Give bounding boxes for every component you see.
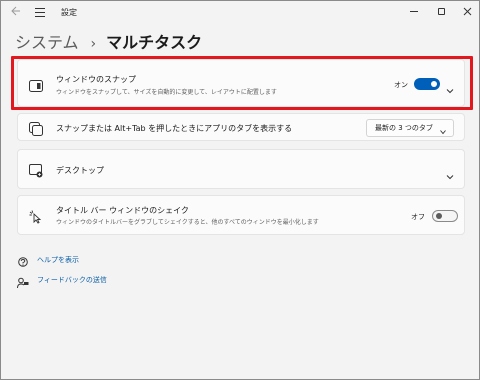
shake-cursor-icon	[29, 209, 43, 224]
alt-tab-label: スナップまたは Alt+Tab を押したときにアプリのタブを表示する	[56, 124, 293, 133]
alt-tab-card: スナップまたは Alt+Tab を押したときにアプリのタブを表示する 最新の 3…	[17, 113, 465, 141]
breadcrumb: システム › マルチタスク	[15, 29, 202, 53]
snap-windows-card[interactable]: ウィンドウのスナップ ウィンドウをスナップして、サイズを自動的に変更して、レイア…	[17, 59, 465, 107]
back-arrow-icon[interactable]	[9, 5, 23, 19]
feedback-link[interactable]: フィードバックの送信	[17, 273, 107, 289]
desktops-label: デスクトップ	[56, 166, 104, 175]
window-title: 設定	[61, 8, 77, 17]
breadcrumb-parent[interactable]: システム	[15, 29, 79, 53]
feedback-link-text[interactable]: フィードバックの送信	[37, 275, 107, 285]
desktop-icon	[29, 163, 43, 178]
chevron-down-icon	[440, 125, 446, 135]
title-bar-shake-toggle[interactable]	[432, 210, 458, 222]
help-link[interactable]: ヘルプを表示	[17, 253, 79, 267]
close-button[interactable]	[459, 4, 475, 18]
snap-layout-icon	[29, 77, 43, 92]
help-link-text[interactable]: ヘルプを表示	[37, 255, 79, 265]
snap-windows-toggle[interactable]	[414, 78, 440, 90]
snap-windows-description: ウィンドウをスナップして、サイズを自動的に変更して、レイアウトに配置します	[56, 89, 277, 96]
title-bar-shake-label: タイトル バー ウィンドウのシェイク	[56, 206, 189, 215]
app-tabs-icon	[29, 121, 43, 136]
title-bar: 設定	[1, 1, 479, 25]
snap-state-label: オン	[394, 81, 408, 89]
maximize-button[interactable]	[433, 4, 449, 18]
minimize-button[interactable]	[406, 4, 422, 18]
feedback-icon	[17, 274, 29, 289]
settings-window: 設定 システム › マルチタスク ウィンドウのスナップ ウィンドウをスナップして…	[0, 0, 480, 380]
chevron-down-icon[interactable]	[446, 80, 454, 94]
desktops-card[interactable]: デスクトップ	[17, 149, 465, 189]
page-title: マルチタスク	[106, 33, 203, 52]
shake-state-label: オフ	[411, 213, 425, 221]
alt-tab-selected-option: 最新の 3 つのタブ	[375, 124, 433, 132]
chevron-down-icon[interactable]	[446, 166, 454, 180]
hamburger-menu-icon[interactable]	[33, 5, 47, 19]
breadcrumb-separator: ›	[90, 36, 97, 52]
title-bar-shake-description: ウィンドウのタイトルバーをグラブしてシェイクすると、他のすべてのウィンドウを最小…	[56, 219, 319, 226]
help-icon	[17, 254, 29, 267]
alt-tab-dropdown[interactable]: 最新の 3 つのタブ	[366, 119, 454, 137]
snap-windows-label: ウィンドウのスナップ	[56, 75, 136, 84]
title-bar-shake-card: タイトル バー ウィンドウのシェイク ウィンドウのタイトルバーをグラブしてシェイ…	[17, 195, 465, 235]
